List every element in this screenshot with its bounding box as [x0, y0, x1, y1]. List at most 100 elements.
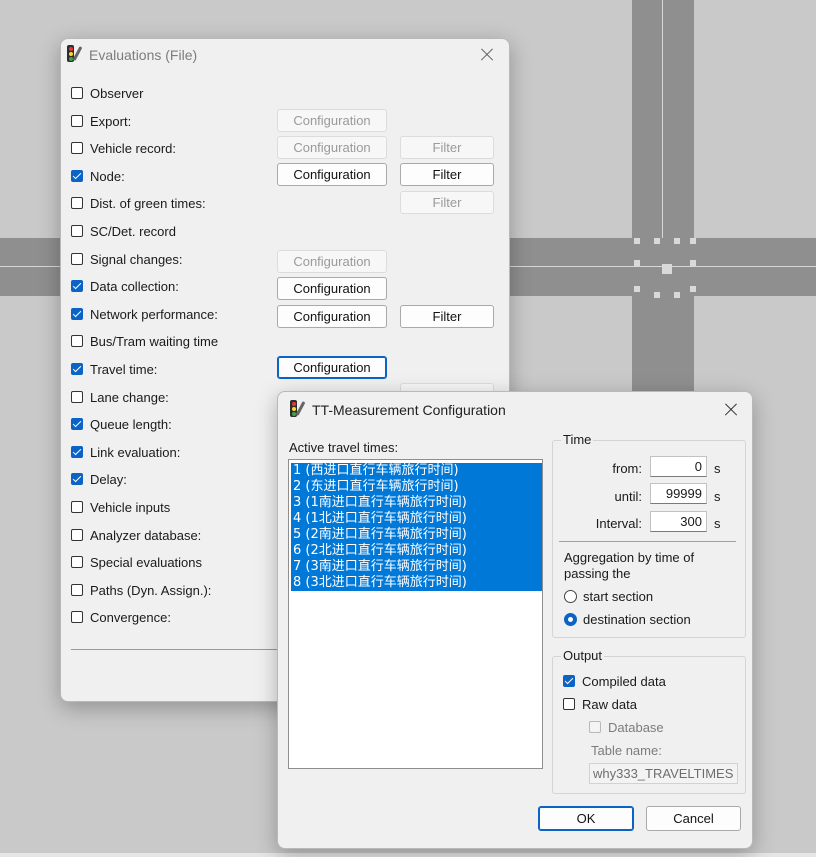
network-performance-filter-button[interactable]: Filter [400, 305, 494, 328]
raw-data-checkbox[interactable] [563, 698, 575, 710]
evaluation-row[interactable]: Dist. of green times: [71, 194, 206, 212]
signal-changes-configuration-button[interactable]: Configuration [277, 250, 387, 273]
database-checkbox-row[interactable]: Database [589, 718, 664, 736]
node-marker [634, 286, 640, 292]
evaluation-label: Signal changes: [90, 251, 183, 267]
network-performance-configuration-button[interactable]: Configuration [277, 305, 387, 328]
node-configuration-button[interactable]: Configuration [277, 163, 387, 186]
evaluation-row[interactable]: Delay: [71, 470, 127, 488]
evaluation-row[interactable]: Lane change: [71, 388, 169, 406]
travel-time-item[interactable]: 7 (3南进口直行车辆旅行时间) [291, 559, 542, 575]
evaluation-checkbox[interactable] [71, 170, 83, 182]
destination-section-label: destination section [583, 611, 691, 627]
road-vertical [632, 0, 694, 400]
evaluation-row[interactable]: Special evaluations [71, 553, 202, 571]
evaluation-checkbox[interactable] [71, 611, 83, 623]
evaluation-row[interactable]: Analyzer database: [71, 526, 201, 544]
evaluation-checkbox[interactable] [71, 391, 83, 403]
evaluation-row[interactable]: Observer [71, 84, 143, 102]
evaluation-row[interactable]: Node: [71, 167, 125, 185]
ok-button[interactable]: OK [538, 806, 634, 831]
until-input[interactable]: 99999 [650, 483, 707, 504]
evaluation-row[interactable]: Vehicle record: [71, 139, 176, 157]
evaluation-row[interactable]: Bus/Tram waiting time [71, 332, 218, 350]
database-checkbox[interactable] [589, 721, 601, 733]
tt-measurement-dialog: TT-Measurement Configuration Active trav… [277, 391, 753, 849]
start-section-radio[interactable]: start section [564, 587, 653, 605]
evaluation-checkbox[interactable] [71, 584, 83, 596]
evaluation-checkbox[interactable] [71, 446, 83, 458]
close-icon[interactable] [718, 398, 744, 422]
travel-time-item[interactable]: 3 (1南进口直行车辆旅行时间) [291, 495, 542, 511]
evaluation-label: Analyzer database: [90, 527, 202, 543]
evaluation-row[interactable]: Vehicle inputs [71, 498, 170, 516]
evaluation-label: Export: [90, 113, 132, 129]
tt-title: TT-Measurement Configuration [312, 402, 506, 418]
destination-section-radio[interactable]: destination section [564, 610, 691, 628]
data-collection-configuration-button[interactable]: Configuration [277, 277, 387, 300]
interval-input[interactable]: 300 [650, 511, 707, 532]
raw-data-checkbox-row[interactable]: Raw data [563, 695, 637, 713]
evaluation-checkbox[interactable] [71, 115, 83, 127]
evaluation-label: Queue length: [90, 416, 172, 432]
evaluations-title: Evaluations (File) [89, 47, 198, 63]
travel-time-item[interactable]: 1 (西进口直行车辆旅行时间) [291, 463, 542, 479]
evaluation-checkbox[interactable] [71, 529, 83, 541]
destination-section-radio-circle[interactable] [564, 612, 577, 626]
evaluation-checkbox[interactable] [71, 335, 83, 347]
interval-label: Interval: [595, 516, 642, 531]
time-group-title: Time [561, 432, 594, 447]
evaluation-row[interactable]: Network performance: [71, 305, 218, 323]
green-times-filter-button[interactable]: Filter [400, 191, 494, 214]
travel-time-item[interactable]: 5 (2南进口直行车辆旅行时间) [291, 527, 542, 543]
raw-data-label: Raw data [582, 696, 637, 712]
cancel-button[interactable]: Cancel [646, 806, 741, 831]
node-marker [654, 238, 660, 244]
travel-time-configuration-button[interactable]: Configuration [277, 356, 387, 379]
from-input[interactable]: 0 [650, 456, 707, 477]
evaluation-checkbox[interactable] [71, 197, 83, 209]
evaluation-row[interactable]: Queue length: [71, 415, 172, 433]
compiled-data-checkbox-row[interactable]: Compiled data [563, 672, 666, 690]
evaluation-row[interactable]: Export: [71, 112, 131, 130]
evaluation-row[interactable]: Data collection: [71, 277, 179, 295]
travel-time-item[interactable]: 6 (2北进口直行车辆旅行时间) [291, 543, 542, 559]
evaluation-label: Vehicle inputs [90, 499, 171, 515]
evaluation-label: Dist. of green times: [90, 195, 206, 211]
evaluation-row[interactable]: Signal changes: [71, 250, 183, 268]
evaluation-checkbox[interactable] [71, 253, 83, 265]
evaluation-row[interactable]: Link evaluation: [71, 443, 180, 461]
travel-time-item[interactable]: 8 (3北进口直行车辆旅行时间) [291, 575, 542, 591]
evaluation-checkbox[interactable] [71, 87, 83, 99]
export-configuration-button[interactable]: Configuration [277, 109, 387, 132]
evaluation-row[interactable]: Paths (Dyn. Assign.): [71, 581, 211, 599]
evaluation-row[interactable]: Convergence: [71, 608, 171, 626]
evaluation-checkbox[interactable] [71, 501, 83, 513]
node-marker [654, 292, 660, 298]
evaluation-row[interactable]: Travel time: [71, 360, 157, 378]
table-name-input[interactable]: why333_TRAVELTIMES [589, 763, 738, 784]
travel-time-item[interactable]: 2 (东进口直行车辆旅行时间) [291, 479, 542, 495]
evaluation-checkbox[interactable] [71, 473, 83, 485]
close-icon[interactable] [474, 43, 500, 67]
evaluation-row[interactable]: SC/Det. record [71, 222, 176, 240]
compiled-data-checkbox[interactable] [563, 675, 575, 687]
evaluation-checkbox[interactable] [71, 556, 83, 568]
evaluation-checkbox[interactable] [71, 418, 83, 430]
start-section-radio-circle[interactable] [564, 589, 577, 603]
vehicle-record-filter-button[interactable]: Filter [400, 136, 494, 159]
node-filter-button[interactable]: Filter [400, 163, 494, 186]
start-section-label: start section [583, 588, 654, 604]
evaluation-label: Link evaluation: [90, 444, 181, 460]
evaluation-checkbox[interactable] [71, 225, 83, 237]
vehicle-record-configuration-button[interactable]: Configuration [277, 136, 387, 159]
evaluation-checkbox[interactable] [71, 280, 83, 292]
travel-time-item[interactable]: 4 (1北进口直行车辆旅行时间) [291, 511, 542, 527]
time-divider [559, 541, 736, 542]
evaluation-label: Paths (Dyn. Assign.): [90, 582, 212, 598]
evaluation-checkbox[interactable] [71, 142, 83, 154]
travel-times-listbox[interactable]: 1 (西进口直行车辆旅行时间) 2 (东进口直行车辆旅行时间) 3 (1南进口直行车… [288, 459, 543, 769]
evaluation-checkbox[interactable] [71, 363, 83, 375]
evaluation-checkbox[interactable] [71, 308, 83, 320]
node-marker [662, 264, 672, 274]
